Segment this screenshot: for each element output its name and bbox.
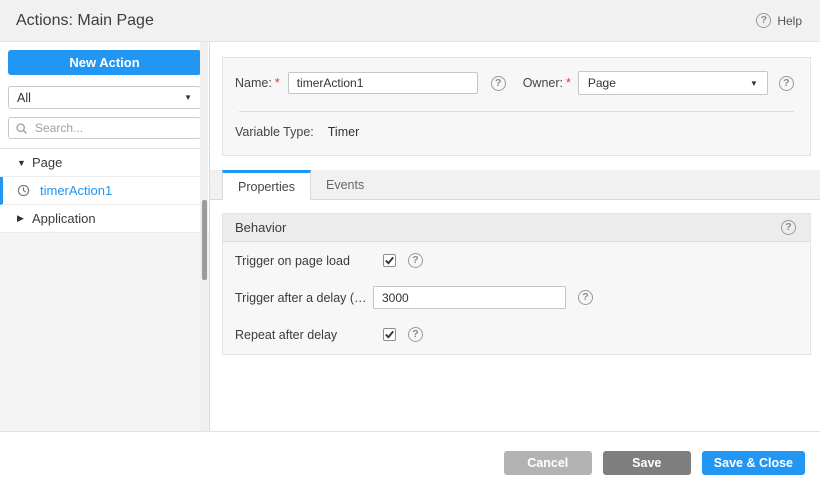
name-label: Name: — [235, 76, 272, 90]
behavior-help-icon[interactable]: ? — [781, 220, 796, 235]
tab-strip: Properties Events — [210, 170, 820, 200]
caret-down-icon[interactable]: ▼ — [17, 158, 32, 168]
variable-type-row: Variable Type: Timer — [223, 112, 810, 139]
cancel-button[interactable]: Cancel — [503, 451, 592, 475]
tree-item-label: Page — [32, 155, 63, 170]
trigger-on-page-load-checkbox[interactable] — [383, 254, 396, 267]
actions-sidebar: New Action All ▼ ▼ Page timerAction — [0, 42, 210, 431]
search-input[interactable] — [33, 120, 194, 136]
owner-help-icon[interactable]: ? — [778, 75, 794, 91]
page-title: Actions: Main Page — [16, 11, 154, 29]
help-circle-icon: ? — [756, 13, 772, 28]
behavior-header: Behavior ? — [223, 214, 810, 242]
delay-milliseconds-input[interactable] — [373, 286, 566, 309]
check-icon — [385, 330, 394, 339]
owner-dropdown-value: Page — [587, 76, 616, 90]
help-button[interactable]: ? Help — [756, 13, 802, 28]
behavior-title: Behavior — [235, 220, 287, 235]
trigger-after-delay-row: Trigger after a delay (millisec... ? — [223, 279, 810, 316]
repeat-after-delay-help-icon[interactable]: ? — [408, 327, 423, 342]
variable-type-label: Variable Type: — [235, 125, 314, 139]
required-asterisk: * — [566, 76, 571, 90]
name-owner-row: Name: * ? Owner: * Page ▼ ? — [223, 58, 810, 95]
filter-dropdown-value: All — [17, 90, 31, 105]
owner-dropdown[interactable]: Page ▼ — [577, 71, 768, 95]
tree-item-label: Application — [32, 211, 96, 226]
repeat-after-delay-checkbox[interactable] — [383, 328, 396, 341]
help-label: Help — [777, 13, 802, 28]
timer-clock-icon — [17, 184, 32, 197]
save-button[interactable]: Save — [602, 451, 691, 475]
tree-item-timer-action1[interactable]: timerAction1 — [0, 177, 209, 205]
new-action-button[interactable]: New Action — [8, 50, 201, 75]
tab-events[interactable]: Events — [311, 170, 379, 199]
tree-item-page[interactable]: ▼ Page — [0, 149, 209, 177]
sidebar-scrollbar-track[interactable] — [200, 42, 208, 431]
repeat-after-delay-label: Repeat after delay — [235, 327, 338, 342]
name-input[interactable] — [287, 72, 478, 94]
chevron-down-icon: ▼ — [749, 78, 758, 88]
name-help-icon[interactable]: ? — [490, 75, 506, 91]
check-icon — [385, 256, 394, 265]
actions-tree: ▼ Page timerAction1 ▶ Application — [0, 148, 209, 233]
main-content: Name: * ? Owner: * Page ▼ ? Variable Typ… — [210, 42, 820, 431]
save-and-close-button[interactable]: Save & Close — [701, 451, 805, 475]
filter-dropdown[interactable]: All ▼ — [8, 86, 201, 109]
trigger-after-delay-help-icon[interactable]: ? — [578, 290, 593, 305]
search-icon — [16, 122, 27, 134]
chevron-down-icon: ▼ — [184, 93, 192, 102]
tab-properties[interactable]: Properties — [222, 170, 311, 200]
behavior-panel: Behavior ? Trigger on page load ? Trigge… — [222, 213, 811, 355]
footer-action-bar: Cancel Save Save & Close — [0, 431, 820, 489]
sidebar-controls: New Action All ▼ — [0, 42, 209, 148]
trigger-on-page-load-row: Trigger on page load ? — [223, 242, 810, 279]
required-asterisk: * — [274, 76, 280, 90]
trigger-on-page-load-help-icon[interactable]: ? — [408, 253, 423, 268]
trigger-on-page-load-label: Trigger on page load — [235, 253, 350, 268]
trigger-after-delay-label: Trigger after a delay (millisec... — [235, 290, 373, 305]
action-summary-panel: Name: * ? Owner: * Page ▼ ? Variable Typ… — [222, 57, 811, 156]
variable-type-value: Timer — [327, 125, 360, 139]
owner-label: Owner: — [522, 76, 563, 90]
search-box — [8, 117, 201, 139]
repeat-after-delay-row: Repeat after delay ? — [223, 316, 810, 353]
tree-item-label: timerAction1 — [40, 183, 113, 198]
app-header: Actions: Main Page ? Help — [0, 0, 820, 42]
sidebar-scrollbar-thumb[interactable] — [202, 200, 207, 280]
tree-item-application[interactable]: ▶ Application — [0, 205, 209, 233]
caret-right-icon[interactable]: ▶ — [17, 213, 32, 224]
